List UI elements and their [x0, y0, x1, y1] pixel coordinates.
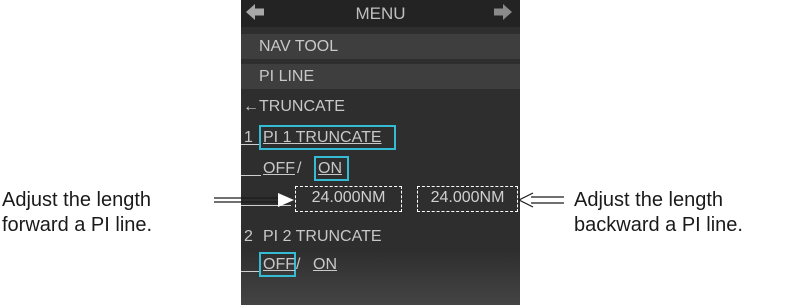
callout-backward-line2: backward a PI line. [574, 214, 743, 236]
underline [241, 156, 261, 176]
menu-item-label: NAV TOOL [259, 38, 339, 55]
separator: / [296, 256, 301, 273]
backward-length-field[interactable]: 24.000NM [417, 186, 518, 212]
pi1-on-option[interactable]: ON [318, 159, 342, 179]
menu-item-label: PI 2 TRUNCATE [263, 228, 382, 245]
backward-leader-arrow-icon [517, 192, 564, 208]
pi2-off-option[interactable]: OFF [263, 255, 295, 275]
pi1-off-option[interactable]: OFF [263, 159, 295, 179]
menu-item-pi2-truncate[interactable]: 2 PI 2 TRUNCATE [241, 224, 520, 249]
menu-panel: MENU NAV TOOL PI LINE ← TRUNCATE 1 PI 1 … [241, 0, 520, 305]
right-arrow-icon[interactable] [493, 2, 513, 22]
menu-item-truncate[interactable]: ← TRUNCATE [241, 94, 520, 119]
menu-item-label: TRUNCATE [259, 98, 345, 115]
callout-forward-line2: forward a PI line. [2, 214, 153, 236]
underline [241, 125, 261, 145]
pi2-onoff-row[interactable]: OFF / ON [241, 252, 520, 277]
menu-item-pi1-truncate[interactable]: 1 PI 1 TRUNCATE [241, 125, 520, 150]
menu-item-nav-tool[interactable]: NAV TOOL [241, 34, 520, 59]
back-arrow-icon[interactable]: ← [243, 97, 259, 117]
menu-item-label: PI LINE [259, 68, 315, 85]
menu-item-label: PI 1 TRUNCATE [263, 129, 382, 146]
menu-item-pi-line[interactable]: PI LINE [241, 64, 520, 89]
pi1-onoff-row[interactable]: OFF / ON [241, 156, 520, 181]
forward-length-field[interactable]: 24.000NM [295, 186, 402, 212]
callout-forward-line1: Adjust the length [2, 189, 151, 211]
separator: / [297, 160, 302, 177]
pi2-on-option[interactable]: ON [313, 255, 337, 275]
underline [241, 252, 261, 272]
item-number: 2 [244, 228, 253, 245]
diagram-stage: MENU NAV TOOL PI LINE ← TRUNCATE 1 PI 1 … [0, 0, 800, 305]
callout-backward-line1: Adjust the length [574, 189, 723, 211]
menu-header: MENU [241, 0, 520, 27]
underline [241, 186, 291, 206]
menu-title: MENU [355, 4, 406, 23]
